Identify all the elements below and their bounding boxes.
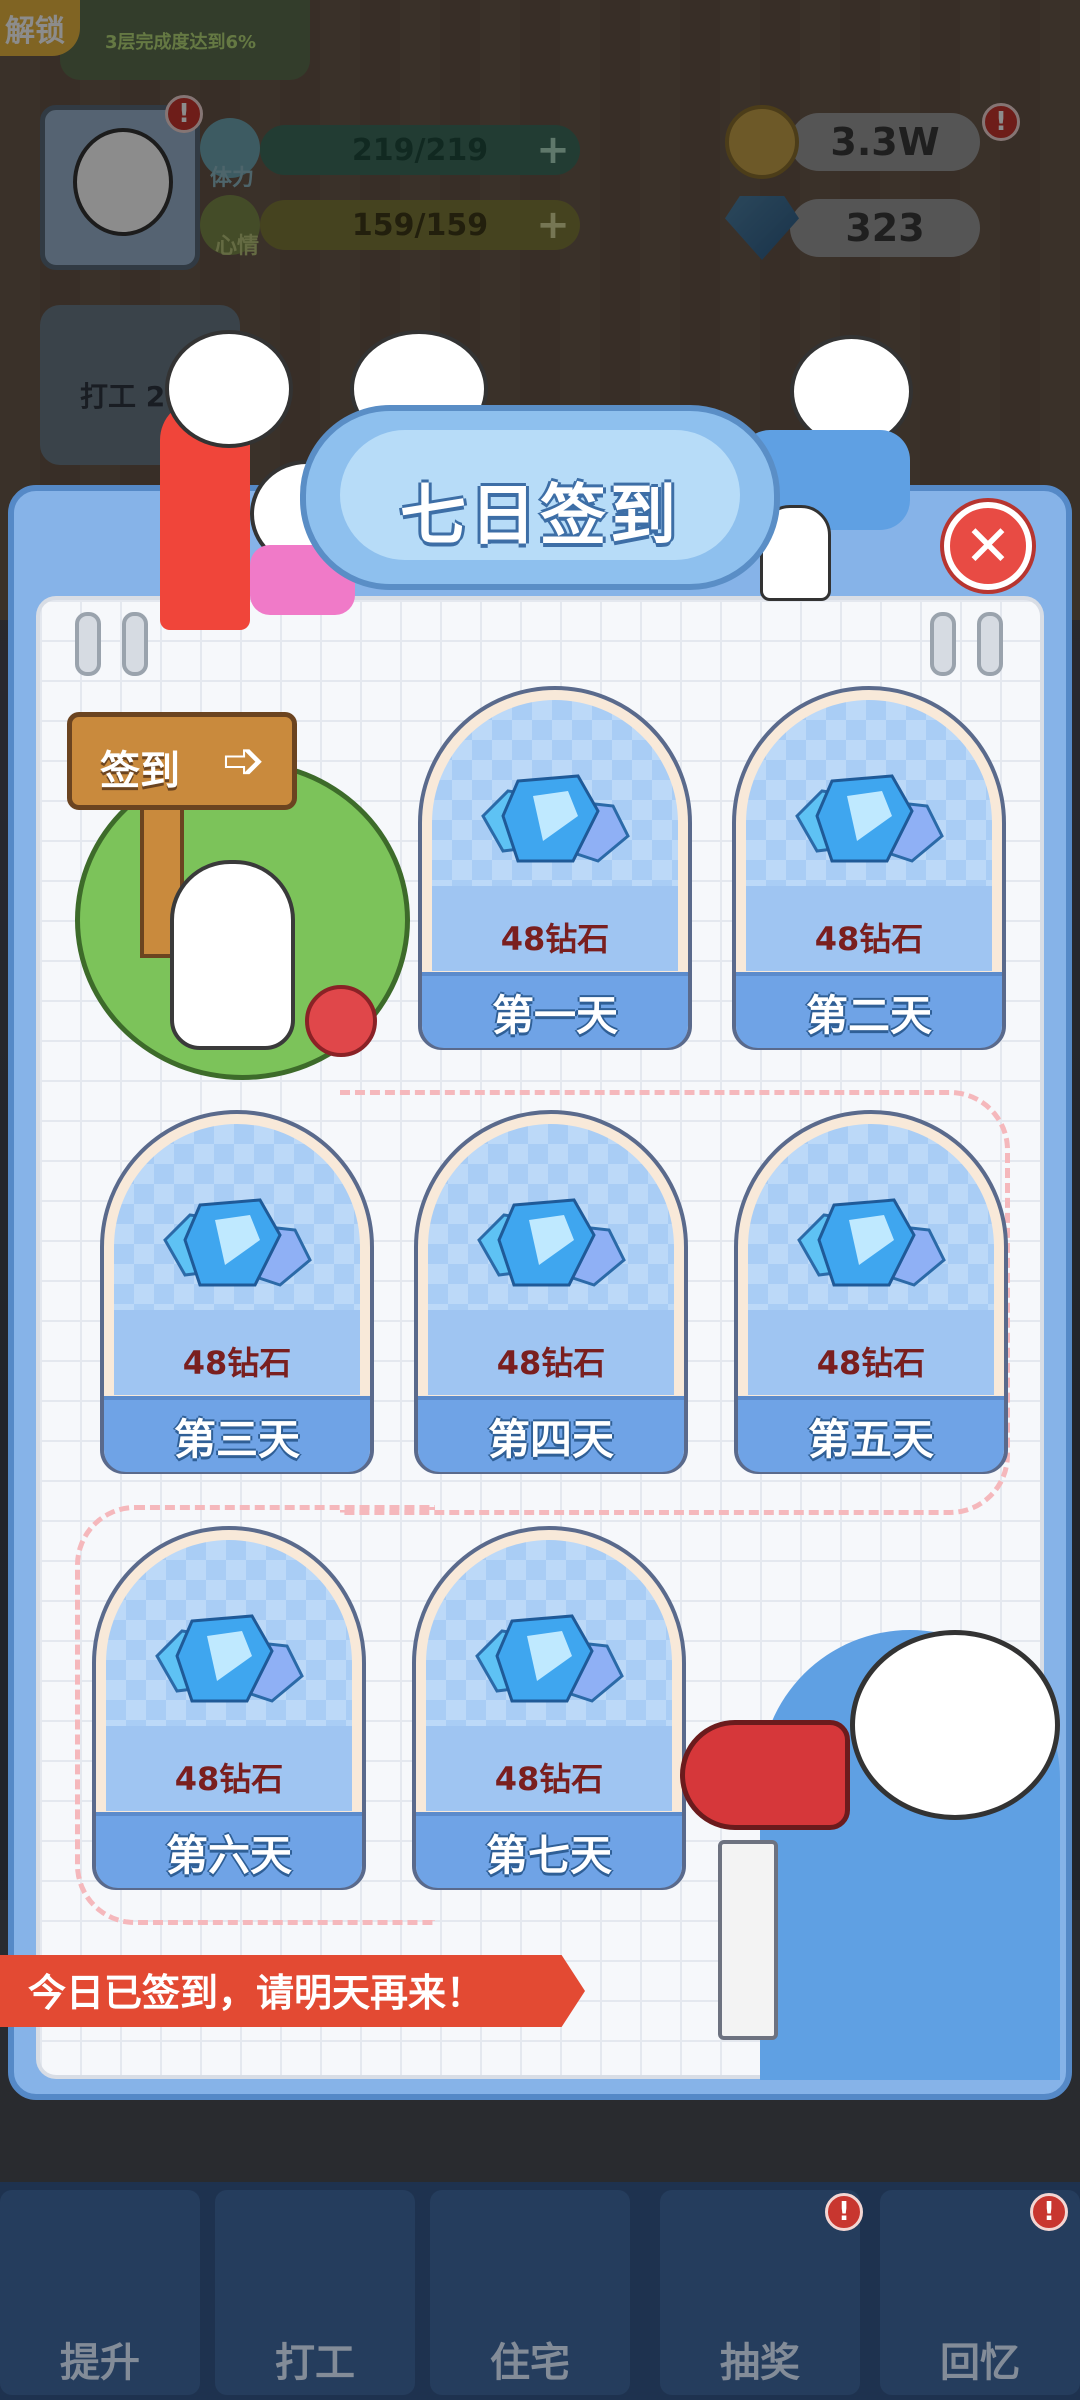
reward-amount: 48钻石: [174, 1760, 284, 1798]
reward-amount: 48钻石: [182, 1344, 292, 1382]
diamond-pile-icon: [155, 1614, 304, 1703]
cat-icon: [170, 860, 295, 1050]
diamond-pile-icon: [795, 774, 944, 863]
modal-title: 七日签到: [400, 477, 680, 554]
diamond-pile-icon: [797, 1198, 946, 1287]
binder-ring: [75, 612, 101, 676]
binder-ring: [122, 612, 148, 676]
day-label: 第五天: [738, 1396, 1004, 1472]
arrow-right-icon: ➩: [222, 731, 266, 791]
day-card-2[interactable]: 48钻石 第二天: [732, 686, 1006, 1050]
day-card-6[interactable]: 48钻石 第六天: [92, 1526, 366, 1890]
diamond-pile-icon: [481, 774, 630, 863]
nav-dim-overlay: [0, 2182, 1080, 2400]
close-button[interactable]: ✕: [944, 502, 1032, 590]
diamond-pile-icon: [163, 1198, 312, 1287]
reward-amount: 48钻石: [816, 1344, 926, 1382]
day-label: 第七天: [416, 1812, 682, 1888]
reward-amount: 48钻石: [500, 920, 610, 958]
day-card-4[interactable]: 48钻石 第四天: [414, 1110, 688, 1474]
reward-amount: 48钻石: [494, 1760, 604, 1798]
diamond-pile-icon: [475, 1614, 624, 1703]
day-card-3[interactable]: 48钻石 第三天: [100, 1110, 374, 1474]
lottery-alert-icon: !: [825, 2193, 863, 2231]
koinobori-fish-icon: [680, 1720, 850, 1830]
binder-ring: [977, 612, 1003, 676]
day-label: 第六天: [96, 1812, 362, 1888]
day-card-5[interactable]: 48钻石 第五天: [734, 1110, 1008, 1474]
wind-chime-paper: [718, 1840, 778, 2040]
signed-in-message: 今日已签到，请明天再来！: [28, 1971, 485, 2015]
binder-ring: [930, 612, 956, 676]
reward-amount: 48钻石: [496, 1344, 606, 1382]
yarn-ball-icon: [305, 985, 377, 1057]
signpost-label: 签到: [100, 748, 180, 794]
day-label: 第四天: [418, 1396, 684, 1472]
character-head: [165, 330, 293, 448]
day-card-7[interactable]: 48钻石 第七天: [412, 1526, 686, 1890]
day-label: 第一天: [422, 972, 688, 1048]
day-card-1[interactable]: 48钻石 第一天: [418, 686, 692, 1050]
reward-amount: 48钻石: [814, 920, 924, 958]
memory-alert-icon: !: [1030, 2193, 1068, 2231]
day-label: 第三天: [104, 1396, 370, 1472]
character-head: [850, 1630, 1060, 1820]
diamond-pile-icon: [477, 1198, 626, 1287]
day-label: 第二天: [736, 972, 1002, 1048]
